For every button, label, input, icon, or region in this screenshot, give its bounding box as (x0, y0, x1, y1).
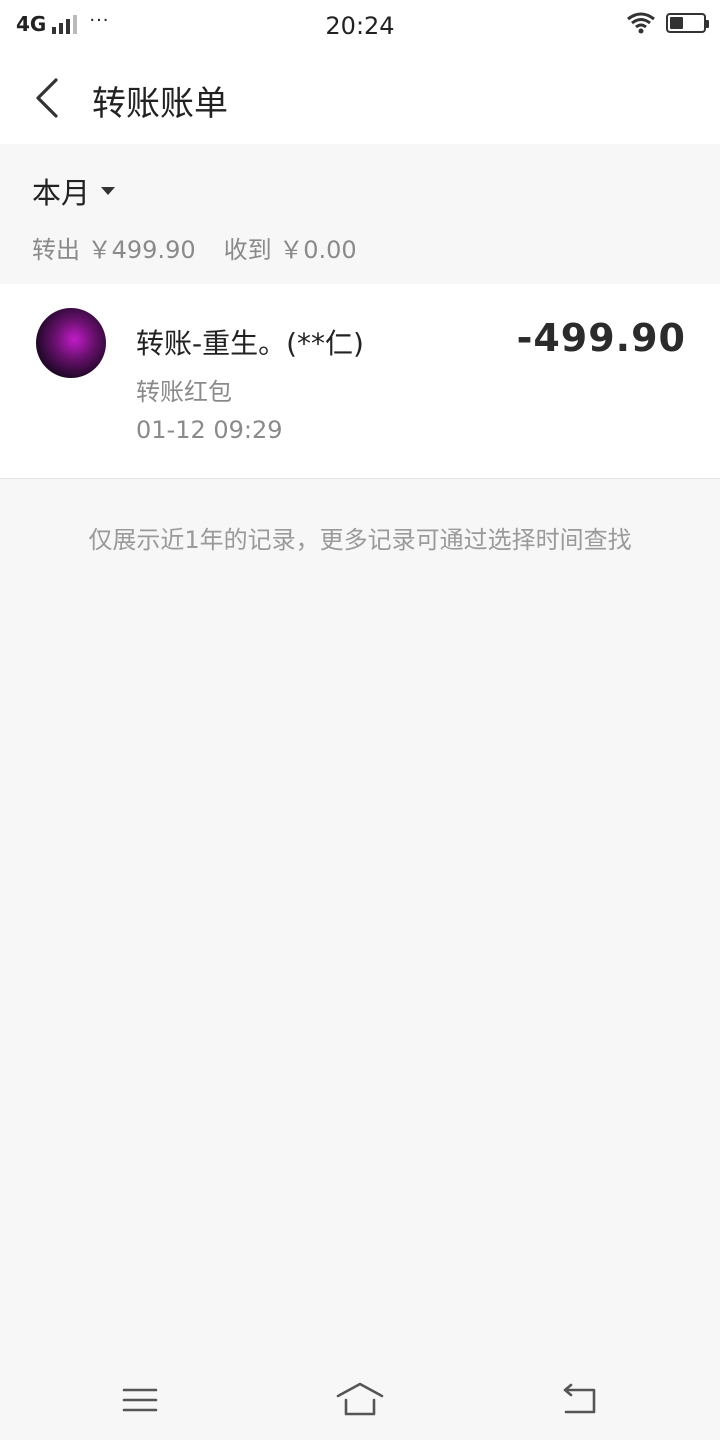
return-icon (563, 1383, 596, 1414)
status-time: 20:24 (325, 12, 395, 40)
home-icon (336, 1382, 384, 1416)
menu-icon (122, 1388, 158, 1412)
record-type: 转账红包 (136, 378, 232, 406)
record-time: 01-12 09:29 (136, 416, 283, 444)
status-bar: 4G ··· 20:24 (0, 0, 720, 52)
avatar (36, 308, 106, 378)
menu-button[interactable] (116, 1376, 164, 1424)
status-right (626, 12, 709, 34)
record-title: 转账-重生。(**仁) (136, 327, 364, 360)
record-amount: -499.90 (516, 316, 686, 360)
chevron-left-icon (36, 78, 58, 118)
home-button[interactable] (336, 1376, 384, 1424)
battery-icon (666, 13, 709, 33)
back-nav-button[interactable] (556, 1376, 604, 1424)
back-button[interactable] (26, 74, 74, 122)
month-filter-dropdown[interactable]: 本月 (32, 170, 116, 212)
caret-down-icon (101, 187, 116, 195)
summary: 转出 ￥499.90 收到 ￥0.00 (32, 230, 357, 265)
page-title: 转账账单 (92, 84, 228, 124)
transfer-record-row[interactable]: 转账-重生。(**仁) -499.90 转账红包 01-12 09:29 (0, 284, 720, 479)
month-filter-label: 本月 (32, 176, 91, 210)
history-note: 仅展示近1年的记录，更多记录可通过选择时间查找 (88, 526, 632, 554)
wifi-icon (627, 12, 655, 34)
summary-out: 转出 ￥499.90 (32, 236, 196, 264)
nav-bar: 转账账单 (0, 52, 720, 144)
system-nav-bar (0, 1358, 720, 1440)
summary-in: 收到 ￥0.00 (223, 236, 357, 264)
